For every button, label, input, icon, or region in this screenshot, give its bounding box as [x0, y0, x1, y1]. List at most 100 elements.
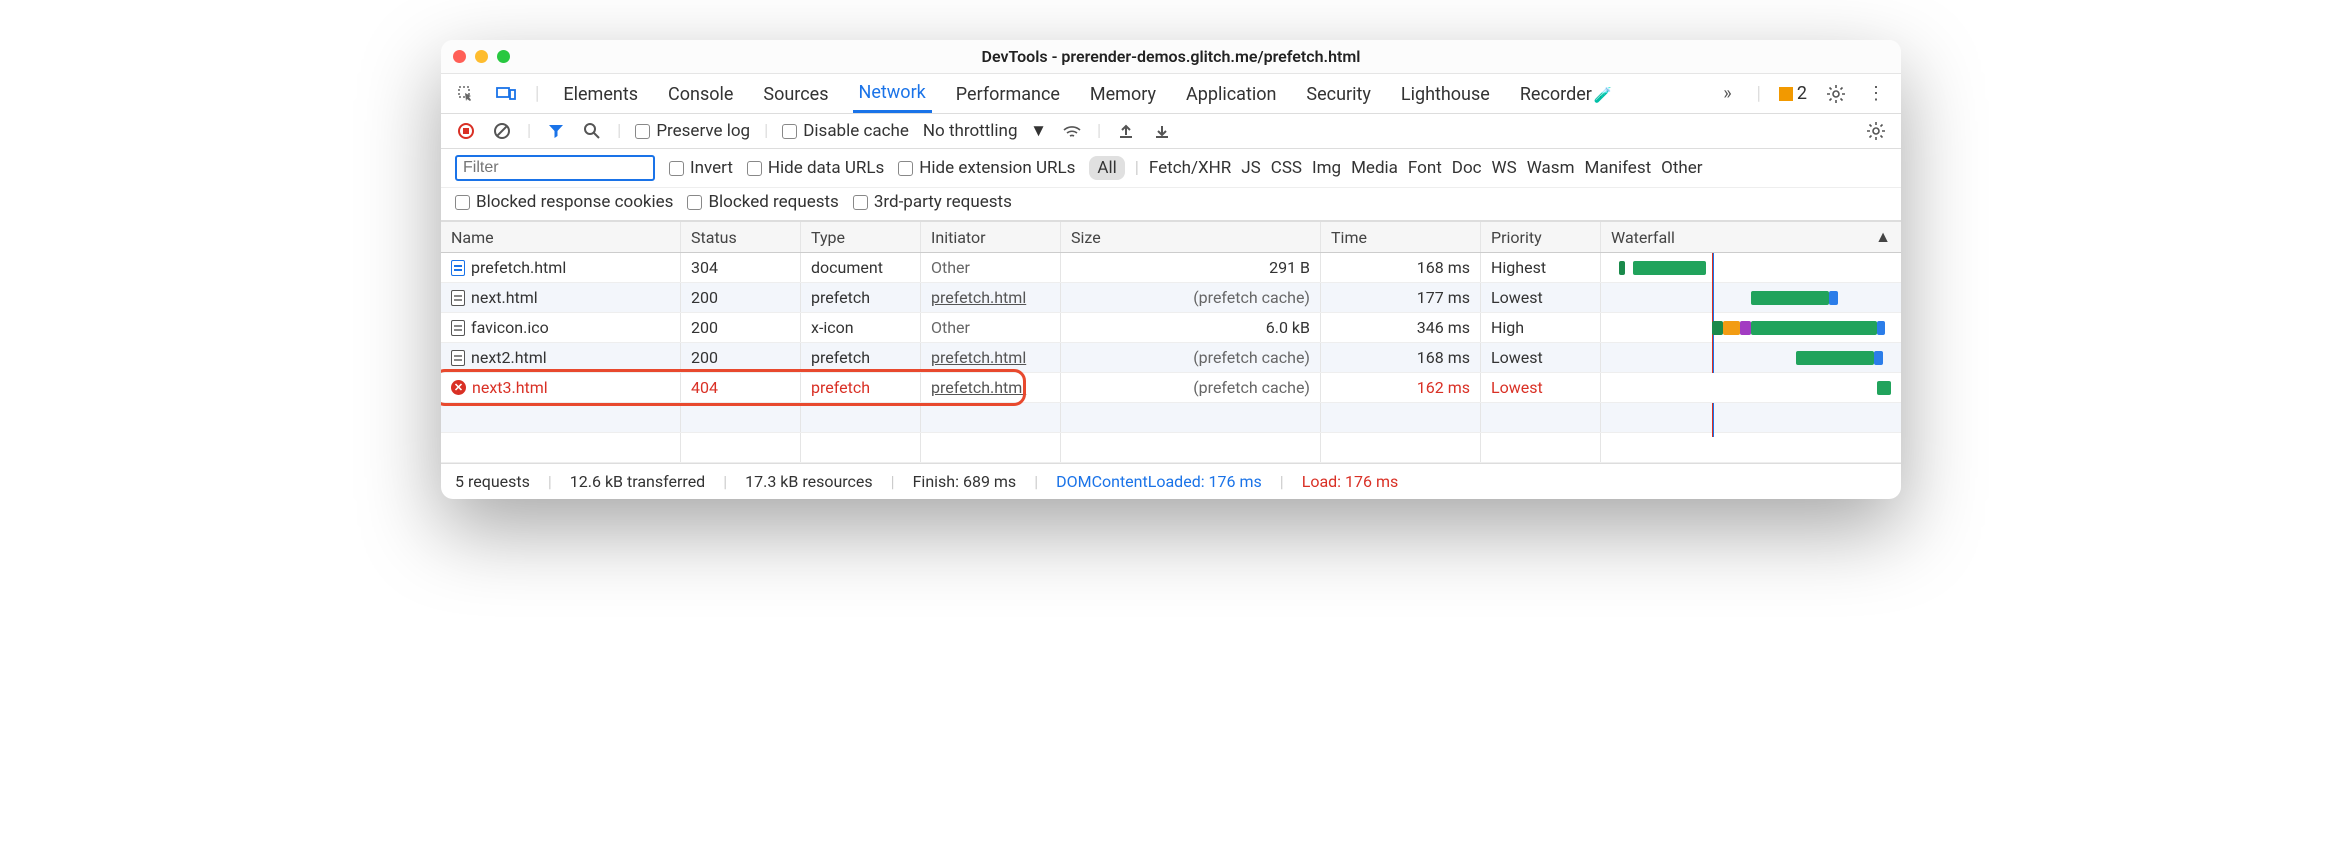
kebab-icon[interactable]: ⋮	[1865, 83, 1887, 105]
initiator-cell[interactable]: prefetch.html	[921, 283, 1061, 312]
blocked-cookies-checkbox[interactable]: Blocked response cookies	[455, 192, 673, 212]
tab-console[interactable]: Console	[662, 76, 739, 112]
col-priority[interactable]: Priority	[1481, 222, 1601, 252]
devtools-window: DevTools - prerender-demos.glitch.me/pre…	[441, 40, 1901, 499]
gear-icon[interactable]	[1825, 83, 1847, 105]
type-filter-doc[interactable]: Doc	[1452, 158, 1482, 178]
table-row[interactable]: ✕next3.html404prefetchprefetch.html(pref…	[441, 373, 1901, 403]
error-icon: ✕	[451, 380, 466, 395]
type-filter-css[interactable]: CSS	[1271, 158, 1302, 178]
col-size[interactable]: Size	[1061, 222, 1321, 252]
hide-data-urls-checkbox[interactable]: Hide data URLs	[747, 158, 884, 178]
col-waterfall[interactable]: Waterfall▲	[1601, 222, 1901, 252]
type-filter-other[interactable]: Other	[1661, 158, 1702, 178]
filter-input[interactable]	[455, 155, 655, 181]
status-resources: 17.3 kB resources	[745, 472, 873, 491]
network-toolbar: | | Preserve log | Disable cache No thro…	[441, 114, 1901, 149]
network-settings-icon[interactable]	[1865, 120, 1887, 142]
col-time[interactable]: Time	[1321, 222, 1481, 252]
filter-icon[interactable]	[545, 120, 567, 142]
tab-performance[interactable]: Performance	[950, 76, 1066, 112]
table-row[interactable]: prefetch.html304documentOther291 B168 ms…	[441, 253, 1901, 283]
preserve-log-checkbox[interactable]: Preserve log	[635, 121, 750, 141]
type-filter-wasm[interactable]: Wasm	[1527, 158, 1575, 178]
status-cell: 404	[681, 373, 801, 402]
file-icon	[451, 320, 465, 336]
status-cell: 200	[681, 313, 801, 342]
more-tabs-icon[interactable]: »	[1716, 83, 1738, 105]
size-cell: (prefetch cache)	[1061, 283, 1321, 312]
col-name[interactable]: Name	[441, 222, 681, 252]
time-cell: 168 ms	[1321, 253, 1481, 282]
type-filter-fetchxhr[interactable]: Fetch/XHR	[1149, 158, 1231, 178]
hide-ext-urls-checkbox[interactable]: Hide extension URLs	[898, 158, 1075, 178]
priority-cell: Lowest	[1481, 283, 1601, 312]
tab-network[interactable]: Network	[853, 74, 932, 113]
tab-elements[interactable]: Elements	[557, 76, 644, 112]
tab-application[interactable]: Application	[1180, 76, 1282, 112]
tab-recorder[interactable]: Recorder	[1514, 76, 1619, 112]
type-filter-ws[interactable]: WS	[1492, 158, 1517, 178]
close-window-button[interactable]	[453, 50, 466, 63]
type-filter-img[interactable]: Img	[1312, 158, 1341, 178]
type-filter-manifest[interactable]: Manifest	[1584, 158, 1651, 178]
filter-bar: Invert Hide data URLs Hide extension URL…	[441, 149, 1901, 188]
inspect-icon[interactable]	[455, 83, 477, 105]
minimize-window-button[interactable]	[475, 50, 488, 63]
window-controls	[453, 50, 510, 63]
warnings-count: 2	[1797, 83, 1807, 104]
type-filter-all[interactable]: All	[1089, 156, 1124, 180]
status-requests: 5 requests	[455, 472, 530, 491]
tab-sources[interactable]: Sources	[757, 76, 834, 112]
time-cell: 346 ms	[1321, 313, 1481, 342]
time-cell: 162 ms	[1321, 373, 1481, 402]
initiator-cell[interactable]: prefetch.html	[921, 373, 1061, 402]
time-cell: 168 ms	[1321, 343, 1481, 372]
export-har-icon[interactable]	[1151, 120, 1173, 142]
tab-security[interactable]: Security	[1300, 76, 1376, 112]
request-name: next2.html	[471, 348, 547, 367]
record-button[interactable]	[455, 120, 477, 142]
file-icon	[451, 260, 465, 276]
device-icon[interactable]	[495, 83, 517, 105]
waterfall-cell	[1601, 313, 1901, 342]
third-party-checkbox[interactable]: 3rd-party requests	[853, 192, 1012, 212]
table-row[interactable]: favicon.ico200x-iconOther6.0 kB346 msHig…	[441, 313, 1901, 343]
blocked-requests-checkbox[interactable]: Blocked requests	[687, 192, 838, 212]
type-filter-media[interactable]: Media	[1351, 158, 1398, 178]
import-har-icon[interactable]	[1115, 120, 1137, 142]
priority-cell: Lowest	[1481, 343, 1601, 372]
search-icon[interactable]	[581, 120, 603, 142]
request-name: next.html	[471, 288, 538, 307]
col-type[interactable]: Type	[801, 222, 921, 252]
tab-lighthouse[interactable]: Lighthouse	[1395, 76, 1496, 112]
type-filter-js[interactable]: JS	[1241, 158, 1260, 178]
file-icon	[451, 290, 465, 306]
type-cell: prefetch	[801, 373, 921, 402]
priority-cell: Lowest	[1481, 373, 1601, 402]
initiator-cell: Other	[921, 253, 1061, 282]
throttle-select[interactable]: No throttling ▼	[923, 121, 1047, 141]
tab-memory[interactable]: Memory	[1084, 76, 1162, 112]
zoom-window-button[interactable]	[497, 50, 510, 63]
network-table-header: Name Status Type Initiator Size Time Pri…	[441, 221, 1901, 253]
status-domcontentloaded: DOMContentLoaded: 176 ms	[1056, 472, 1262, 491]
invert-checkbox[interactable]: Invert	[669, 158, 733, 178]
time-cell: 177 ms	[1321, 283, 1481, 312]
warnings-badge[interactable]: 2	[1779, 83, 1807, 104]
priority-cell: Highest	[1481, 253, 1601, 282]
initiator-cell[interactable]: prefetch.html	[921, 343, 1061, 372]
col-status[interactable]: Status	[681, 222, 801, 252]
size-cell: 291 B	[1061, 253, 1321, 282]
priority-cell: High	[1481, 313, 1601, 342]
clear-button[interactable]	[491, 120, 513, 142]
type-filter-font[interactable]: Font	[1408, 158, 1442, 178]
network-conditions-icon[interactable]	[1061, 120, 1083, 142]
disable-cache-checkbox[interactable]: Disable cache	[782, 121, 909, 141]
col-initiator[interactable]: Initiator	[921, 222, 1061, 252]
table-row[interactable]: next.html200prefetchprefetch.html(prefet…	[441, 283, 1901, 313]
table-row[interactable]: next2.html200prefetchprefetch.html(prefe…	[441, 343, 1901, 373]
waterfall-cell	[1601, 253, 1901, 282]
request-name: next3.html	[472, 378, 548, 397]
panel-tabs: | ElementsConsoleSourcesNetworkPerforman…	[441, 74, 1901, 114]
